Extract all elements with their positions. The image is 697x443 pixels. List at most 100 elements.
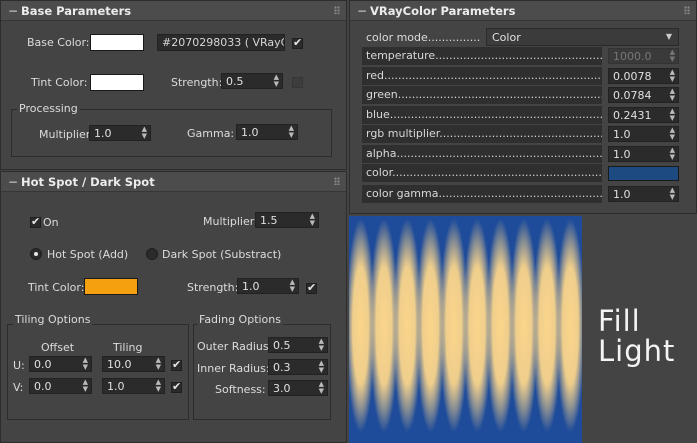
hot-spot-radio[interactable] (30, 248, 42, 260)
base-color-swatch[interactable] (90, 34, 144, 51)
fill-light-line1: Fill (598, 304, 641, 338)
v-tiling-spinner[interactable]: 1.0 ▲ ▼ (102, 378, 165, 394)
up-down-arrows-icon[interactable]: ▲ ▼ (670, 127, 675, 141)
v-offset-value: 0.0 (34, 380, 52, 393)
base-parameters-rollout: − Base Parameters Base Color: #207029803… (0, 0, 347, 170)
vraycolor-param-row: green...................................… (362, 86, 602, 104)
vraycolor-param-spinner[interactable]: 0.0078 ▲ ▼ (608, 68, 679, 84)
strength-label: Strength: (171, 76, 223, 89)
tint-color-swatch[interactable] (90, 74, 144, 91)
base-color-map-text: #2070298033 ( VRayColor ) (162, 36, 284, 49)
up-down-arrows-icon[interactable]: ▲ ▼ (156, 379, 161, 393)
up-down-arrows-icon[interactable]: ▲ ▼ (670, 187, 675, 201)
up-down-arrows-icon[interactable]: ▲ ▼ (142, 126, 147, 140)
base-parameters-title: Base Parameters (21, 4, 132, 18)
strength-enable-checkbox[interactable] (292, 77, 303, 88)
hotspot-multiplier-spinner[interactable]: 1.5 ▲ ▼ (255, 212, 319, 228)
up-down-arrows-icon[interactable]: ▲ ▼ (670, 69, 675, 83)
up-down-arrows-icon[interactable]: ▲ ▼ (83, 379, 88, 393)
outer-radius-label: Outer Radius: (197, 340, 273, 353)
outer-radius-value: 0.5 (273, 339, 291, 352)
hotspot-tint-color-label: Tint Color: (28, 281, 85, 294)
inner-radius-value: 0.3 (273, 361, 291, 374)
u-tiling-spinner[interactable]: 10.0 ▲ ▼ (102, 356, 165, 372)
collapse-icon[interactable]: − (8, 175, 18, 189)
vraycolor-param-spinner[interactable]: 1.0 ▲ ▼ (608, 126, 679, 142)
vraycolor-title: VRayColor Parameters (370, 4, 516, 18)
hotspot-strength-value: 1.0 (242, 280, 260, 293)
up-down-arrows-icon[interactable]: ▲ ▼ (670, 88, 675, 102)
color-mode-dropdown[interactable]: Color ▼ (486, 28, 679, 46)
hotspot-on-checkbox[interactable] (30, 215, 41, 228)
tiling-options-group (7, 324, 189, 420)
hotspot-multiplier-value: 1.5 (260, 214, 278, 227)
vraycolor-param-spinner[interactable]: 1.0 ▲ ▼ (608, 146, 679, 162)
vraycolor-param-row: blue....................................… (362, 106, 602, 124)
up-down-arrows-icon[interactable]: ▲ ▼ (83, 357, 88, 371)
panel-grip-icon[interactable] (334, 6, 340, 14)
tiling-header: Tiling (113, 341, 143, 354)
panel-grip-icon[interactable] (684, 6, 690, 14)
panel-grip-icon[interactable] (334, 177, 340, 185)
fill-light-line2: Light (598, 334, 676, 368)
strength-spinner[interactable]: 0.5 ▲ ▼ (221, 73, 283, 89)
processing-multiplier-value: 1.0 (94, 127, 112, 140)
v-enable-checkbox[interactable] (171, 380, 182, 393)
processing-group-title: Processing (17, 102, 80, 115)
hotspot-strength-checkbox[interactable] (306, 281, 317, 294)
up-down-arrows-icon[interactable]: ▲ ▼ (156, 357, 161, 371)
hotspot-tint-color-swatch[interactable] (84, 278, 138, 295)
inner-radius-spinner[interactable]: 0.3 ▲ ▼ (268, 359, 328, 375)
up-down-arrows-icon[interactable]: ▲ ▼ (319, 338, 324, 352)
tiling-options-title: Tiling Options (13, 313, 93, 326)
vraycolor-header[interactable]: − VRayColor Parameters (350, 1, 696, 21)
collapse-icon[interactable]: − (357, 4, 367, 18)
offset-header: Offset (41, 341, 75, 354)
collapse-icon[interactable]: − (8, 4, 18, 18)
vraycolor-param-spinner[interactable]: 0.0784 ▲ ▼ (608, 87, 679, 103)
u-offset-spinner[interactable]: 0.0 ▲ ▼ (29, 356, 92, 372)
dark-spot-radio[interactable] (146, 248, 158, 260)
u-enable-checkbox[interactable] (171, 358, 182, 371)
up-down-arrows-icon[interactable]: ▲ ▼ (319, 360, 324, 374)
hotspot-strength-spinner[interactable]: 1.0 ▲ ▼ (237, 278, 299, 294)
up-down-arrows-icon[interactable]: ▲ ▼ (670, 108, 675, 122)
hotspot-rollout: − Hot Spot / Dark Spot On Multiplier: 1.… (0, 171, 347, 443)
inner-radius-label: Inner Radius: (197, 362, 270, 375)
gamma-value: 1.0 (241, 126, 259, 139)
hotspot-multiplier-label: Multiplier: (203, 215, 258, 228)
up-down-arrows-icon[interactable]: ▲ ▼ (670, 147, 675, 161)
vraycolor-param-label: red.....................................… (366, 69, 602, 82)
v-offset-spinner[interactable]: 0.0 ▲ ▼ (29, 378, 92, 394)
hotspot-header[interactable]: − Hot Spot / Dark Spot (1, 172, 346, 192)
gamma-spinner[interactable]: 1.0 ▲ ▼ (236, 124, 298, 140)
color-gamma-row: color gamma.............................… (362, 185, 602, 203)
up-down-arrows-icon[interactable]: ▲ ▼ (310, 213, 315, 227)
vraycolor-color-swatch[interactable] (608, 166, 679, 181)
color-gamma-label: color gamma.............................… (366, 187, 602, 200)
vraycolor-param-label: green...................................… (366, 88, 602, 101)
vraycolor-param-spinner[interactable]: 1000.0 ▲ ▼ (608, 48, 679, 64)
color-gamma-spinner[interactable]: 1.0 ▲ ▼ (608, 186, 679, 202)
up-down-arrows-icon[interactable]: ▲ ▼ (670, 49, 675, 63)
color-param-row: color...................................… (362, 164, 602, 182)
vraycolor-param-value: 1.0 (613, 128, 631, 141)
hotspot-on-label: On (43, 216, 59, 229)
u-tiling-value: 10.0 (107, 358, 132, 371)
up-down-arrows-icon[interactable]: ▲ ▼ (290, 279, 295, 293)
vraycolor-param-spinner[interactable]: 0.2431 ▲ ▼ (608, 107, 679, 123)
base-parameters-header[interactable]: − Base Parameters (1, 1, 346, 21)
vraycolor-param-row: rgb multiplier..........................… (362, 125, 602, 143)
base-color-map-button[interactable]: #2070298033 ( VRayColor ) (157, 34, 285, 51)
vraycolor-param-value: 0.2431 (613, 109, 652, 122)
base-color-enable-checkbox[interactable] (292, 36, 303, 49)
up-down-arrows-icon[interactable]: ▲ ▼ (289, 125, 294, 139)
up-down-arrows-icon[interactable]: ▲ ▼ (274, 74, 279, 88)
softness-spinner[interactable]: 3.0 ▲ ▼ (268, 380, 328, 396)
processing-multiplier-label: Multiplier: (39, 128, 94, 141)
processing-multiplier-spinner[interactable]: 1.0 ▲ ▼ (89, 125, 151, 141)
up-down-arrows-icon[interactable]: ▲ ▼ (319, 381, 324, 395)
outer-radius-spinner[interactable]: 0.5 ▲ ▼ (268, 337, 328, 353)
tint-color-label: Tint Color: (31, 76, 88, 89)
vraycolor-param-row: temperature.............................… (362, 47, 602, 65)
